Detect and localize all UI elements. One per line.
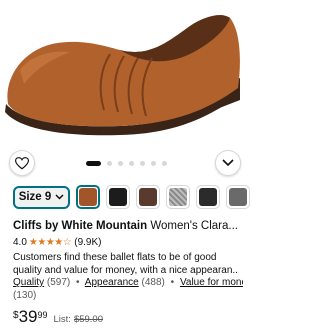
chevron-down-icon <box>222 159 234 167</box>
rating-value: 4.0 <box>13 236 27 248</box>
rating-summary[interactable]: 4.0 ★★★★☆ (9.9K) <box>13 235 101 249</box>
color-swatch-grey-pattern[interactable] <box>166 185 190 209</box>
aspect-count: (488) <box>141 277 165 288</box>
chevron-down-icon <box>55 194 64 200</box>
carousel-dot[interactable] <box>107 160 112 166</box>
aspect-quality-link[interactable]: Quality <box>13 277 44 288</box>
list-price: $59.00 <box>73 314 103 325</box>
carousel-dot-active[interactable] <box>86 160 101 166</box>
review-summary: Customers find these ballet flats to be … <box>13 251 239 277</box>
carousel-indicator <box>86 160 167 166</box>
color-swatch-dark-brown[interactable] <box>136 185 160 209</box>
aspect-value-link[interactable]: Value for money <box>180 277 243 288</box>
star-rating-icon: ★★★★☆ <box>28 236 72 248</box>
rating-count: (9.9K) <box>74 236 102 248</box>
aspect-appearance-link[interactable]: Appearance <box>85 277 139 288</box>
size-dropdown[interactable]: Size 9 <box>13 185 70 209</box>
carousel-dot[interactable] <box>162 160 167 166</box>
aspect-count: (130) <box>13 290 37 301</box>
wishlist-button[interactable] <box>9 150 35 176</box>
price-whole: 39 <box>18 307 38 326</box>
price: $ 39 99 List: $59.00 <box>13 308 103 328</box>
review-summary-line: Customers find these ballet flats to be … <box>13 252 217 263</box>
carousel-dot[interactable] <box>140 160 145 166</box>
brown-ballet-flat-shoe-image <box>5 15 240 136</box>
color-swatch-brown[interactable] <box>76 185 100 209</box>
separator-dot: • <box>76 277 80 288</box>
carousel-dot[interactable] <box>151 160 156 166</box>
brand-name: Cliffs by White Mountain <box>13 220 148 232</box>
product-image-carousel[interactable] <box>0 0 250 172</box>
color-swatch-grey[interactable] <box>226 185 250 209</box>
aspect-count: (597) <box>46 277 71 288</box>
separator-dot: • <box>170 277 175 288</box>
carousel-dot[interactable] <box>129 160 134 166</box>
carousel-dot[interactable] <box>118 160 123 166</box>
color-swatch-black[interactable] <box>106 185 130 209</box>
review-aspects: Quality (597) • Appearance (488) • Value… <box>13 276 243 289</box>
price-fraction: 99 <box>37 310 48 320</box>
size-label: Size 9 <box>18 191 52 203</box>
heart-icon <box>15 156 29 169</box>
product-name: Women's Clara... <box>150 220 238 232</box>
product-title[interactable]: Cliffs by White Mountain Women's Clara..… <box>13 219 245 233</box>
color-swatch-charcoal[interactable] <box>196 185 220 209</box>
list-price-label: List: <box>53 314 71 325</box>
share-button[interactable] <box>215 150 241 176</box>
variation-selector: Size 9 <box>13 185 250 209</box>
